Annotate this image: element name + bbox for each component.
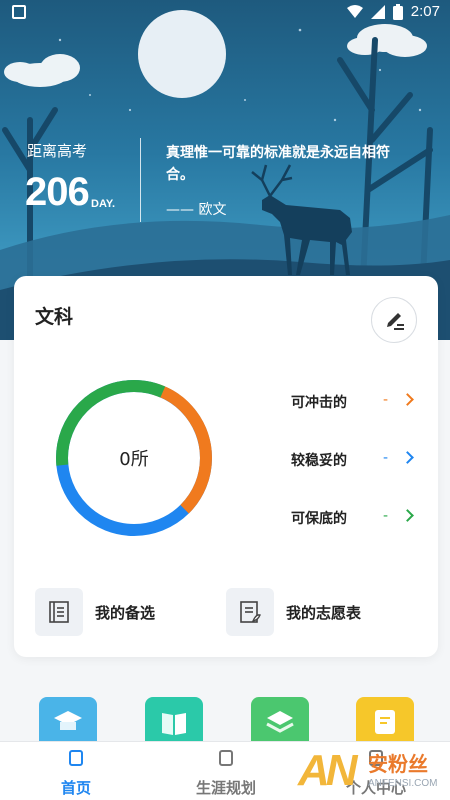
my-application-form-label: 我的志愿表 (286, 603, 362, 622)
countdown-unit: DAY. (91, 198, 116, 210)
edit-pencil-icon (387, 313, 404, 330)
header-divider (140, 138, 141, 222)
category-reach-count: - (383, 392, 389, 408)
category-match-row[interactable]: 较稳妥的 - (291, 448, 421, 472)
category-safety-row[interactable]: 可保底的 - (291, 506, 421, 530)
nav-home-label: 首页 (60, 779, 91, 797)
book-icon (162, 713, 186, 735)
category-reach-label: 可冲击的 (291, 395, 347, 411)
countdown-days: 206 (25, 170, 90, 214)
edit-subject-button[interactable] (371, 297, 417, 343)
motto-author: —— 欧文 (166, 202, 227, 218)
battery-icon (392, 3, 403, 20)
graduation-cap-icon (54, 711, 82, 730)
category-match-count: - (383, 450, 389, 466)
chevron-right-icon (401, 509, 414, 522)
nav-home[interactable]: 首页 (20, 742, 132, 800)
donut-center-count: 0所 (119, 449, 149, 470)
watermark-brand: AN (298, 746, 358, 795)
category-match-label: 较稳妥的 (291, 453, 347, 469)
chevron-right-icon (401, 451, 414, 464)
home-icon (69, 750, 83, 766)
nav-career-planning-label: 生涯规划 (195, 779, 256, 797)
list-doc-icon (35, 588, 83, 636)
image-notification-icon (12, 5, 26, 19)
status-bar: 2:07 (0, 0, 450, 26)
notes-icon (375, 710, 395, 734)
my-shortlist-button[interactable]: 我的备选 (35, 588, 155, 636)
category-safety-label: 可保底的 (291, 511, 347, 527)
layers-icon (266, 711, 294, 733)
category-safety-count: - (383, 508, 389, 524)
nav-career-planning[interactable]: 生涯规划 (170, 742, 282, 800)
category-reach-row[interactable]: 可冲击的 - (291, 390, 421, 414)
my-application-form-button[interactable]: 我的志愿表 (226, 588, 361, 636)
my-shortlist-label: 我的备选 (95, 603, 156, 622)
planner-icon (219, 750, 233, 766)
clock: 2:07 (410, 3, 440, 20)
subject-title: 文科 (35, 306, 74, 328)
signal-icon (370, 4, 385, 19)
wifi-icon (346, 4, 363, 18)
watermark-name: 安粉丝 (368, 752, 428, 776)
motto-quote: 真理惟一可靠的标准就是永远自相符合。 (166, 145, 390, 183)
watermark-url: ANFENSI.COM (368, 778, 438, 789)
watermark-logo: AN 安粉丝 ANFENSI.COM (298, 746, 448, 798)
form-doc-icon (226, 588, 274, 636)
countdown-label: 距离高考 (27, 142, 88, 160)
subject-card: 文科 0所 可冲击的 - 较稳妥的 - 可保底的 - 我的备选 我的志愿表 (14, 276, 438, 657)
chevron-right-icon (401, 393, 414, 406)
